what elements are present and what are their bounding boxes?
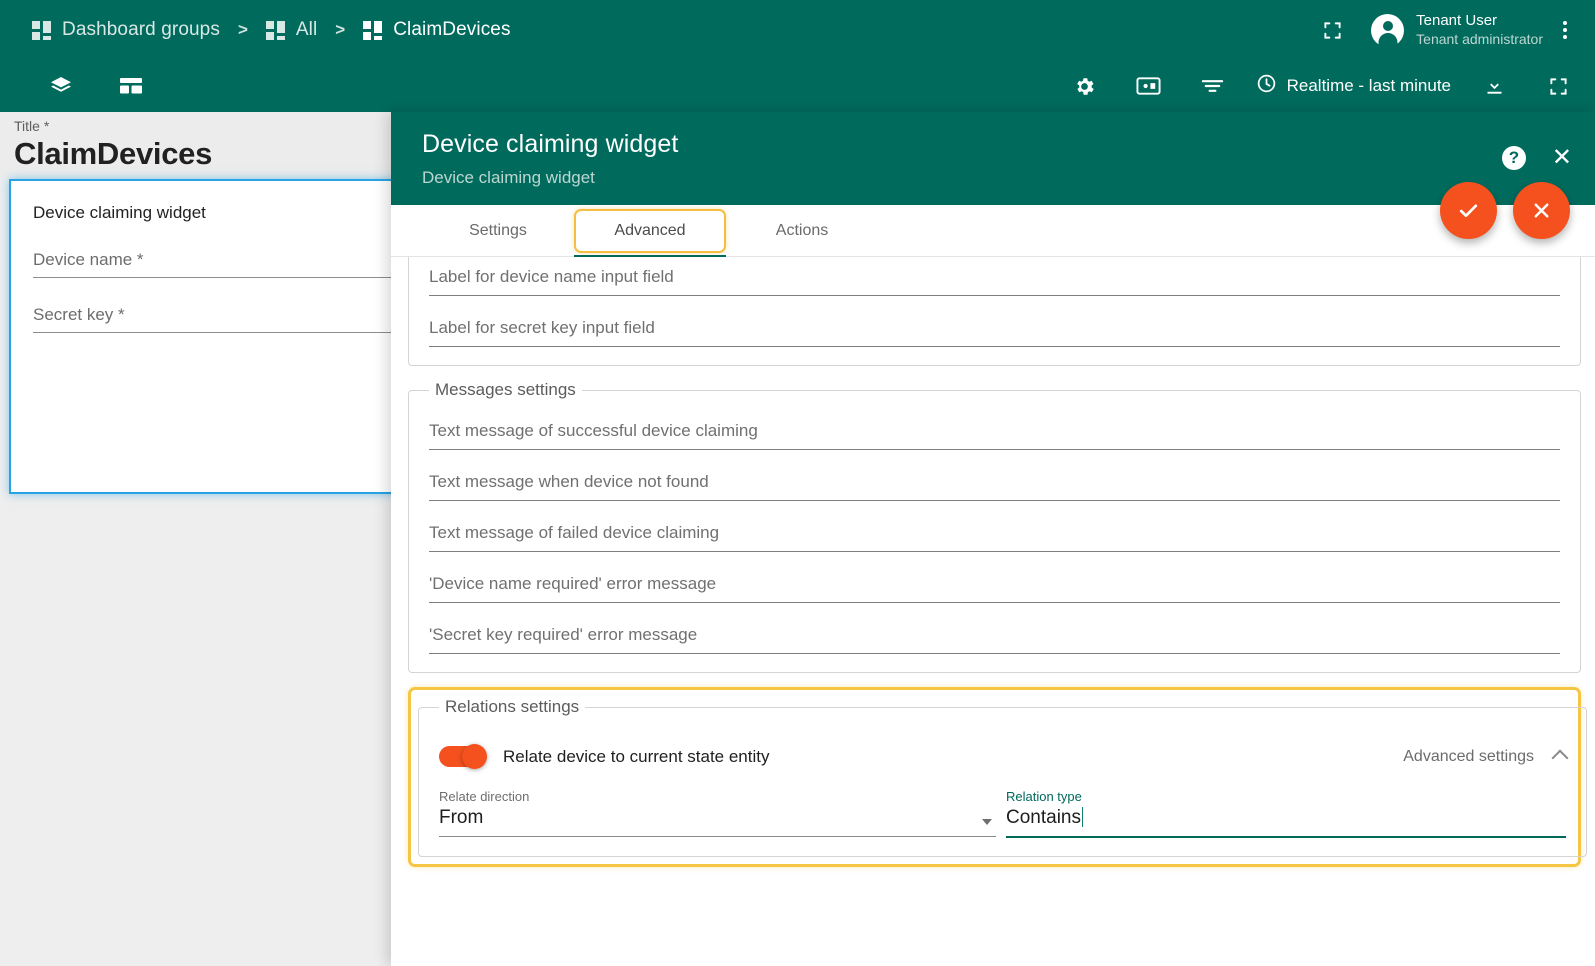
breadcrumb-separator: > <box>335 20 346 39</box>
widget-config-dialog: Device claiming widget Device claiming w… <box>391 112 1595 966</box>
chevron-up-icon <box>1551 749 1569 767</box>
filter-icon[interactable] <box>1192 65 1234 107</box>
text-caret <box>1082 807 1083 827</box>
time-window-label: Realtime - last minute <box>1286 76 1451 95</box>
user-name: Tenant User <box>1416 11 1498 29</box>
relation-type-label: Relation type <box>1006 789 1082 804</box>
field-placeholder: 'Device name required' error message <box>429 574 717 593</box>
relate-device-toggle-label: Relate device to current state entity <box>503 746 770 766</box>
layers-icon[interactable] <box>40 65 82 107</box>
field-placeholder: Text message of successful device claimi… <box>429 421 758 440</box>
dashboard-layout-icon[interactable] <box>110 65 152 107</box>
relation-type-value-wrap: Contains <box>1006 807 1566 838</box>
widget-device-name-label: Device name * <box>33 250 144 269</box>
dashboard-toolbar: Realtime - last minute <box>0 60 1595 112</box>
breadcrumb-item-dashboard-groups[interactable]: Dashboard groups <box>30 15 222 45</box>
messages-settings-group: Messages settings Text message of succes… <box>408 380 1581 673</box>
relations-settings-group: Relations settings Relate device to curr… <box>418 697 1587 857</box>
breadcrumb-label: All <box>295 19 318 40</box>
dashboard-grid-icon <box>32 20 51 40</box>
gear-icon[interactable] <box>1064 65 1106 107</box>
dialog-subtitle: Device claiming widget <box>422 168 595 187</box>
breadcrumb-separator: > <box>237 20 248 39</box>
relations-settings-highlight: Relations settings Relate device to curr… <box>408 687 1587 867</box>
cancel-button[interactable] <box>1513 182 1570 239</box>
dashboard-title-label: Title * <box>14 118 50 134</box>
relation-type-value: Contains <box>1006 807 1081 828</box>
field-placeholder: 'Secret key required' error message <box>429 625 698 644</box>
device-states-icon[interactable] <box>1128 65 1170 107</box>
device-not-found-message-field[interactable]: Text message when device not found <box>429 472 1560 501</box>
dialog-body: Label for device name input field Label … <box>391 257 1595 966</box>
kebab-menu-icon[interactable] <box>1549 9 1581 51</box>
field-placeholder: Label for device name input field <box>429 267 674 286</box>
dashboard-title-block: Title * ClaimDevices <box>0 112 400 179</box>
breadcrumb-label: ClaimDevices <box>393 19 511 40</box>
chevron-down-icon <box>982 819 992 825</box>
tab-label: Actions <box>775 221 829 239</box>
advanced-settings-toggle[interactable]: Advanced settings <box>1403 747 1569 767</box>
tab-label: Advanced <box>614 221 686 239</box>
dialog-action-buttons <box>1440 182 1570 239</box>
device-name-required-message-field[interactable]: 'Device name required' error message <box>429 574 1560 603</box>
field-placeholder: Text message when device not found <box>429 472 709 491</box>
breadcrumb-item-all[interactable]: All <box>264 15 319 45</box>
dialog-title: Device claiming widget <box>422 130 679 158</box>
top-breadcrumb-bar: Dashboard groups > All > ClaimDevices Te… <box>0 0 1595 60</box>
help-icon[interactable]: ? <box>1501 146 1526 170</box>
widget-secret-key-label: Secret key * <box>33 305 125 324</box>
tab-actions[interactable]: Actions <box>726 209 878 253</box>
breadcrumb-item-claimdevices[interactable]: ClaimDevices <box>361 15 512 45</box>
user-menu[interactable]: Tenant User Tenant administrator <box>1371 12 1543 48</box>
relate-direction-select[interactable]: Relate direction From <box>439 789 996 838</box>
secret-key-label-field[interactable]: Label for secret key input field <box>429 318 1560 347</box>
labels-settings-group: Label for device name input field Label … <box>408 257 1581 366</box>
success-message-field[interactable]: Text message of successful device claimi… <box>429 421 1560 450</box>
topbar-actions: Tenant User Tenant administrator <box>1311 0 1581 60</box>
relate-direction-label: Relate direction <box>439 789 530 804</box>
time-window-button[interactable]: Realtime - last minute <box>1256 73 1451 99</box>
clock-icon <box>1256 73 1277 99</box>
dashboard-grid-icon <box>265 20 285 40</box>
breadcrumb: Dashboard groups > All > ClaimDevices <box>30 15 513 45</box>
dialog-header: Device claiming widget Device claiming w… <box>391 112 1595 205</box>
dialog-tabs: Settings Advanced Actions <box>391 205 1595 258</box>
fullscreen-icon[interactable] <box>1537 65 1579 107</box>
advanced-settings-label: Advanced settings <box>1403 747 1534 765</box>
tab-settings[interactable]: Settings <box>422 209 574 253</box>
download-icon[interactable] <box>1473 65 1515 107</box>
field-placeholder: Text message of failed device claiming <box>429 523 720 542</box>
messages-settings-legend: Messages settings <box>435 380 576 399</box>
tab-advanced[interactable]: Advanced <box>574 208 726 253</box>
user-avatar-icon <box>1371 13 1405 47</box>
breadcrumb-label: Dashboard groups <box>62 19 220 40</box>
relation-type-input[interactable]: Relation type Contains <box>1006 789 1566 838</box>
close-icon[interactable]: ✕ <box>1552 146 1572 170</box>
page-title[interactable]: ClaimDevices <box>14 136 400 172</box>
relate-direction-value: From <box>439 807 996 837</box>
device-name-label-field[interactable]: Label for device name input field <box>429 267 1560 296</box>
tab-label: Settings <box>469 221 527 239</box>
user-role: Tenant administrator <box>1416 30 1543 47</box>
fullscreen-icon[interactable] <box>1311 9 1353 51</box>
dashboard-grid-icon <box>363 20 383 40</box>
field-placeholder: Label for secret key input field <box>429 318 655 337</box>
secret-key-required-message-field[interactable]: 'Secret key required' error message <box>429 625 1560 654</box>
app-root: Dashboard groups > All > ClaimDevices Te… <box>0 0 1595 966</box>
failed-claiming-message-field[interactable]: Text message of failed device claiming <box>429 523 1560 552</box>
apply-button[interactable] <box>1440 182 1497 239</box>
relate-device-toggle[interactable] <box>439 744 487 769</box>
relations-settings-legend: Relations settings <box>445 697 580 716</box>
